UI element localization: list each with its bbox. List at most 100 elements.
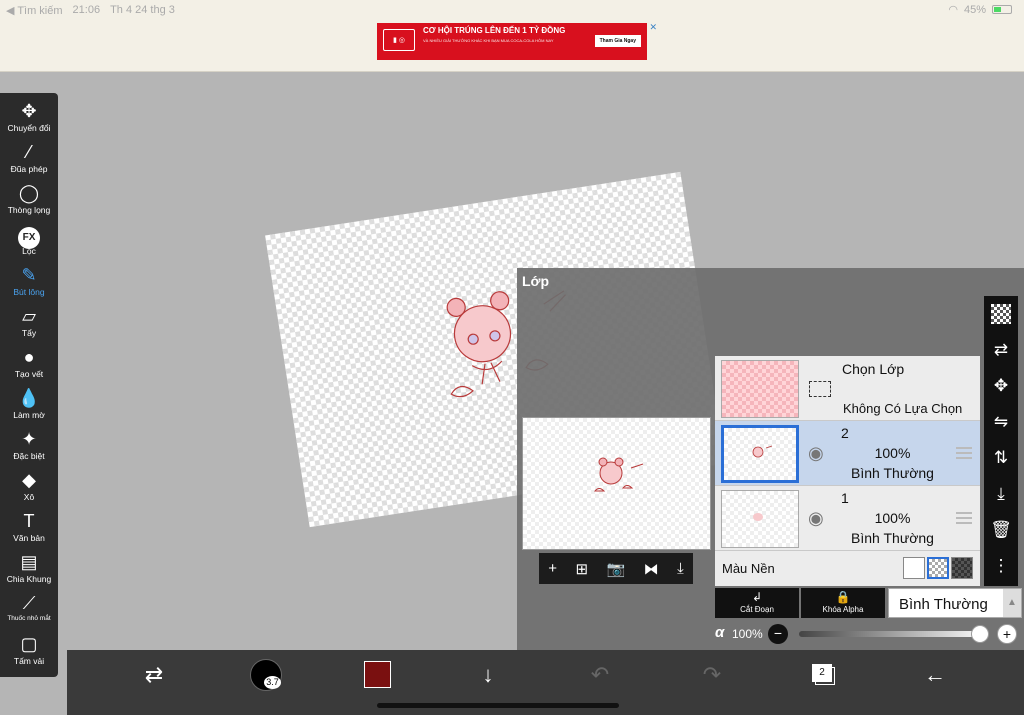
layer-number: 1 [841, 490, 849, 506]
ad-cta-button[interactable]: Tham Gia Ngay [594, 35, 641, 47]
tool-label: Chuyển đổi [7, 123, 51, 133]
tool-sidebar: ✥ Chuyển đổi ⁄ Đũa phép ◯ Thòng lọng FX … [0, 93, 58, 677]
text-icon: T [23, 511, 35, 531]
opacity-decrease-button[interactable]: − [768, 624, 788, 644]
eraser-icon: ▱ [22, 306, 36, 326]
camera-icon[interactable]: 📷 [606, 560, 625, 578]
layer-preview[interactable] [522, 417, 711, 550]
frame-divider-icon: ▤ [20, 552, 38, 572]
opacity-slider-thumb[interactable] [971, 625, 989, 643]
brush-size-button[interactable]: 3.7 [250, 659, 282, 691]
opacity-increase-button[interactable]: + [997, 624, 1017, 644]
ad-area: ▮ ◎ CƠ HỘI TRÚNG LÊN ĐẾN 1 TỶ ĐỒNG VÀ NH… [0, 20, 1024, 72]
add-copy-layer-button[interactable]: ⊞ [575, 560, 588, 578]
tool-frame-divider[interactable]: ▤ Chia Khung [0, 550, 58, 590]
tool-label: Văn bản [13, 533, 45, 543]
layers-button[interactable]: 2 [812, 664, 832, 682]
redo-icon[interactable]: ↷ [692, 660, 732, 690]
checkerboard-icon[interactable] [984, 298, 1018, 330]
tool-label: Tẩy [21, 328, 37, 338]
ad-headline: CƠ HỘI TRÚNG LÊN ĐẾN 1 TỶ ĐỒNG [423, 26, 566, 35]
opacity-row: α 100% − + [715, 622, 1024, 646]
tool-label: Tấm vải [13, 656, 45, 666]
alpha-lock-label: Khóa Alpha [822, 605, 864, 614]
move-layer-icon[interactable]: ✥ [984, 370, 1018, 402]
ad-banner[interactable]: ▮ ◎ CƠ HỘI TRÚNG LÊN ĐẾN 1 TỶ ĐỒNG VÀ NH… [377, 22, 657, 60]
merge-down-icon[interactable]: ⤓ [984, 478, 1018, 510]
tool-special[interactable]: ✦ Đặc biệt [0, 427, 58, 467]
back-to-search-link[interactable]: ◀ Tìm kiếm [6, 4, 63, 17]
layer-opacity: 100% [874, 510, 911, 526]
opacity-slider[interactable] [799, 625, 989, 643]
brush-size-value: 3.7 [264, 676, 281, 689]
tool-text[interactable]: T Văn bản [0, 509, 58, 549]
ad-close-icon[interactable]: ✕ [649, 22, 657, 33]
rotate-layer-icon[interactable]: ⇅ [984, 442, 1018, 474]
tool-transform[interactable]: ✥ Chuyển đổi [0, 99, 58, 139]
battery-icon [992, 5, 1012, 14]
ad-bottle-icon: ▮ ◎ [383, 29, 415, 51]
layer-number: 2 [841, 425, 849, 441]
drag-handle-icon[interactable] [956, 447, 972, 459]
blend-mode-value: Bình Thường [899, 596, 988, 613]
alpha-symbol: α [715, 624, 725, 641]
tool-label: Chia Khung [6, 574, 52, 584]
layer-blend-mode: Bình Thường [851, 465, 934, 481]
preview-drawing [593, 457, 644, 492]
selection-marquee-icon [809, 381, 831, 397]
tool-eyedropper[interactable]: ⟋ Thuốc nhỏ mắt [0, 591, 58, 631]
clipping-button[interactable]: ↲ Cắt Đoạn [715, 588, 799, 618]
current-color-swatch[interactable] [364, 661, 391, 688]
flip-layer-icon[interactable]: ⇋ [984, 406, 1018, 438]
add-layer-button[interactable]: + [548, 560, 557, 577]
eyedropper-icon: ⟋ [22, 593, 36, 613]
alpha-lock-button[interactable]: 🔒 Khóa Alpha [801, 588, 885, 618]
more-options-icon[interactable]: ⋮ [984, 550, 1018, 582]
canvas-icon: ▢ [20, 634, 38, 654]
brush-icon: ✎ [21, 265, 37, 285]
tool-label: Thòng lọng [7, 205, 51, 215]
layer-transfer-icon[interactable]: ⇄ [984, 334, 1018, 366]
layer-panel: Lớp + ⊞ 📷 ⧓ ⤓ Chọn Lớp Không Có Lựa Chọn [517, 268, 1024, 650]
layer-opacity: 100% [874, 445, 911, 461]
chevron-up-icon: ▲ [1003, 589, 1021, 617]
swap-tools-icon[interactable]: ⇄ [134, 660, 174, 690]
tool-label: Tạo vết [14, 369, 44, 379]
background-white-swatch[interactable] [903, 557, 925, 579]
undo-icon[interactable]: ↶ [580, 660, 620, 690]
trash-icon[interactable]: 🗑 [984, 514, 1018, 546]
layer-thumbnail [721, 425, 799, 483]
lock-icon: 🔒 [835, 590, 851, 604]
merge-down-icon[interactable]: ⤓ [677, 560, 684, 577]
tool-canvas[interactable]: ▢ Tấm vải [0, 632, 58, 672]
tool-filter[interactable]: FX Lọc [0, 222, 58, 262]
tool-blur[interactable]: 💧 Làm mờ [0, 386, 58, 426]
layer-row[interactable]: ◉ 2 100% Bình Thường [715, 421, 980, 486]
tool-label: Thuốc nhỏ mắt [7, 615, 51, 622]
back-arrow-icon[interactable]: ← [915, 660, 955, 690]
blend-mode-select[interactable]: Bình Thường ▲ [888, 588, 1022, 618]
status-bar: ◀ Tìm kiếm 21:06 Th 4 24 thg 3 ◠ 45% [0, 0, 1024, 20]
home-indicator [377, 703, 619, 708]
selection-layer-row[interactable]: Chọn Lớp Không Có Lựa Chọn [715, 356, 980, 421]
tool-eraser[interactable]: ▱ Tẩy [0, 304, 58, 344]
tool-label: Lọc [22, 246, 36, 256]
tool-magic-wand[interactable]: ⁄ Đũa phép [0, 140, 58, 180]
sparkle-wand-icon: ✦ [21, 429, 37, 449]
wifi-icon: ◠ [948, 4, 958, 16]
tool-smudge[interactable]: ● Tạo vết [0, 345, 58, 385]
drag-handle-icon[interactable] [956, 512, 972, 524]
background-transparent-swatch[interactable] [927, 557, 949, 579]
bottom-toolbar: ⇄ 3.7 ↓ ↶ ↷ 2 ← [67, 650, 1024, 715]
background-dark-swatch[interactable] [951, 557, 973, 579]
layer-row[interactable]: ◉ 1 100% Bình Thường [715, 486, 980, 551]
layer-panel-title: Lớp [522, 273, 550, 289]
tool-brush[interactable]: ✎ Bút lông [0, 263, 58, 303]
flip-horizontal-icon[interactable]: ⧓ [644, 560, 659, 578]
smudge-icon: ● [23, 347, 35, 367]
tool-bucket[interactable]: ◆ Xô [0, 468, 58, 508]
tool-label: Làm mờ [13, 410, 45, 420]
tool-lasso[interactable]: ◯ Thòng lọng [0, 181, 58, 221]
tool-label: Xô [23, 492, 35, 502]
arrow-down-icon[interactable]: ↓ [468, 660, 508, 690]
